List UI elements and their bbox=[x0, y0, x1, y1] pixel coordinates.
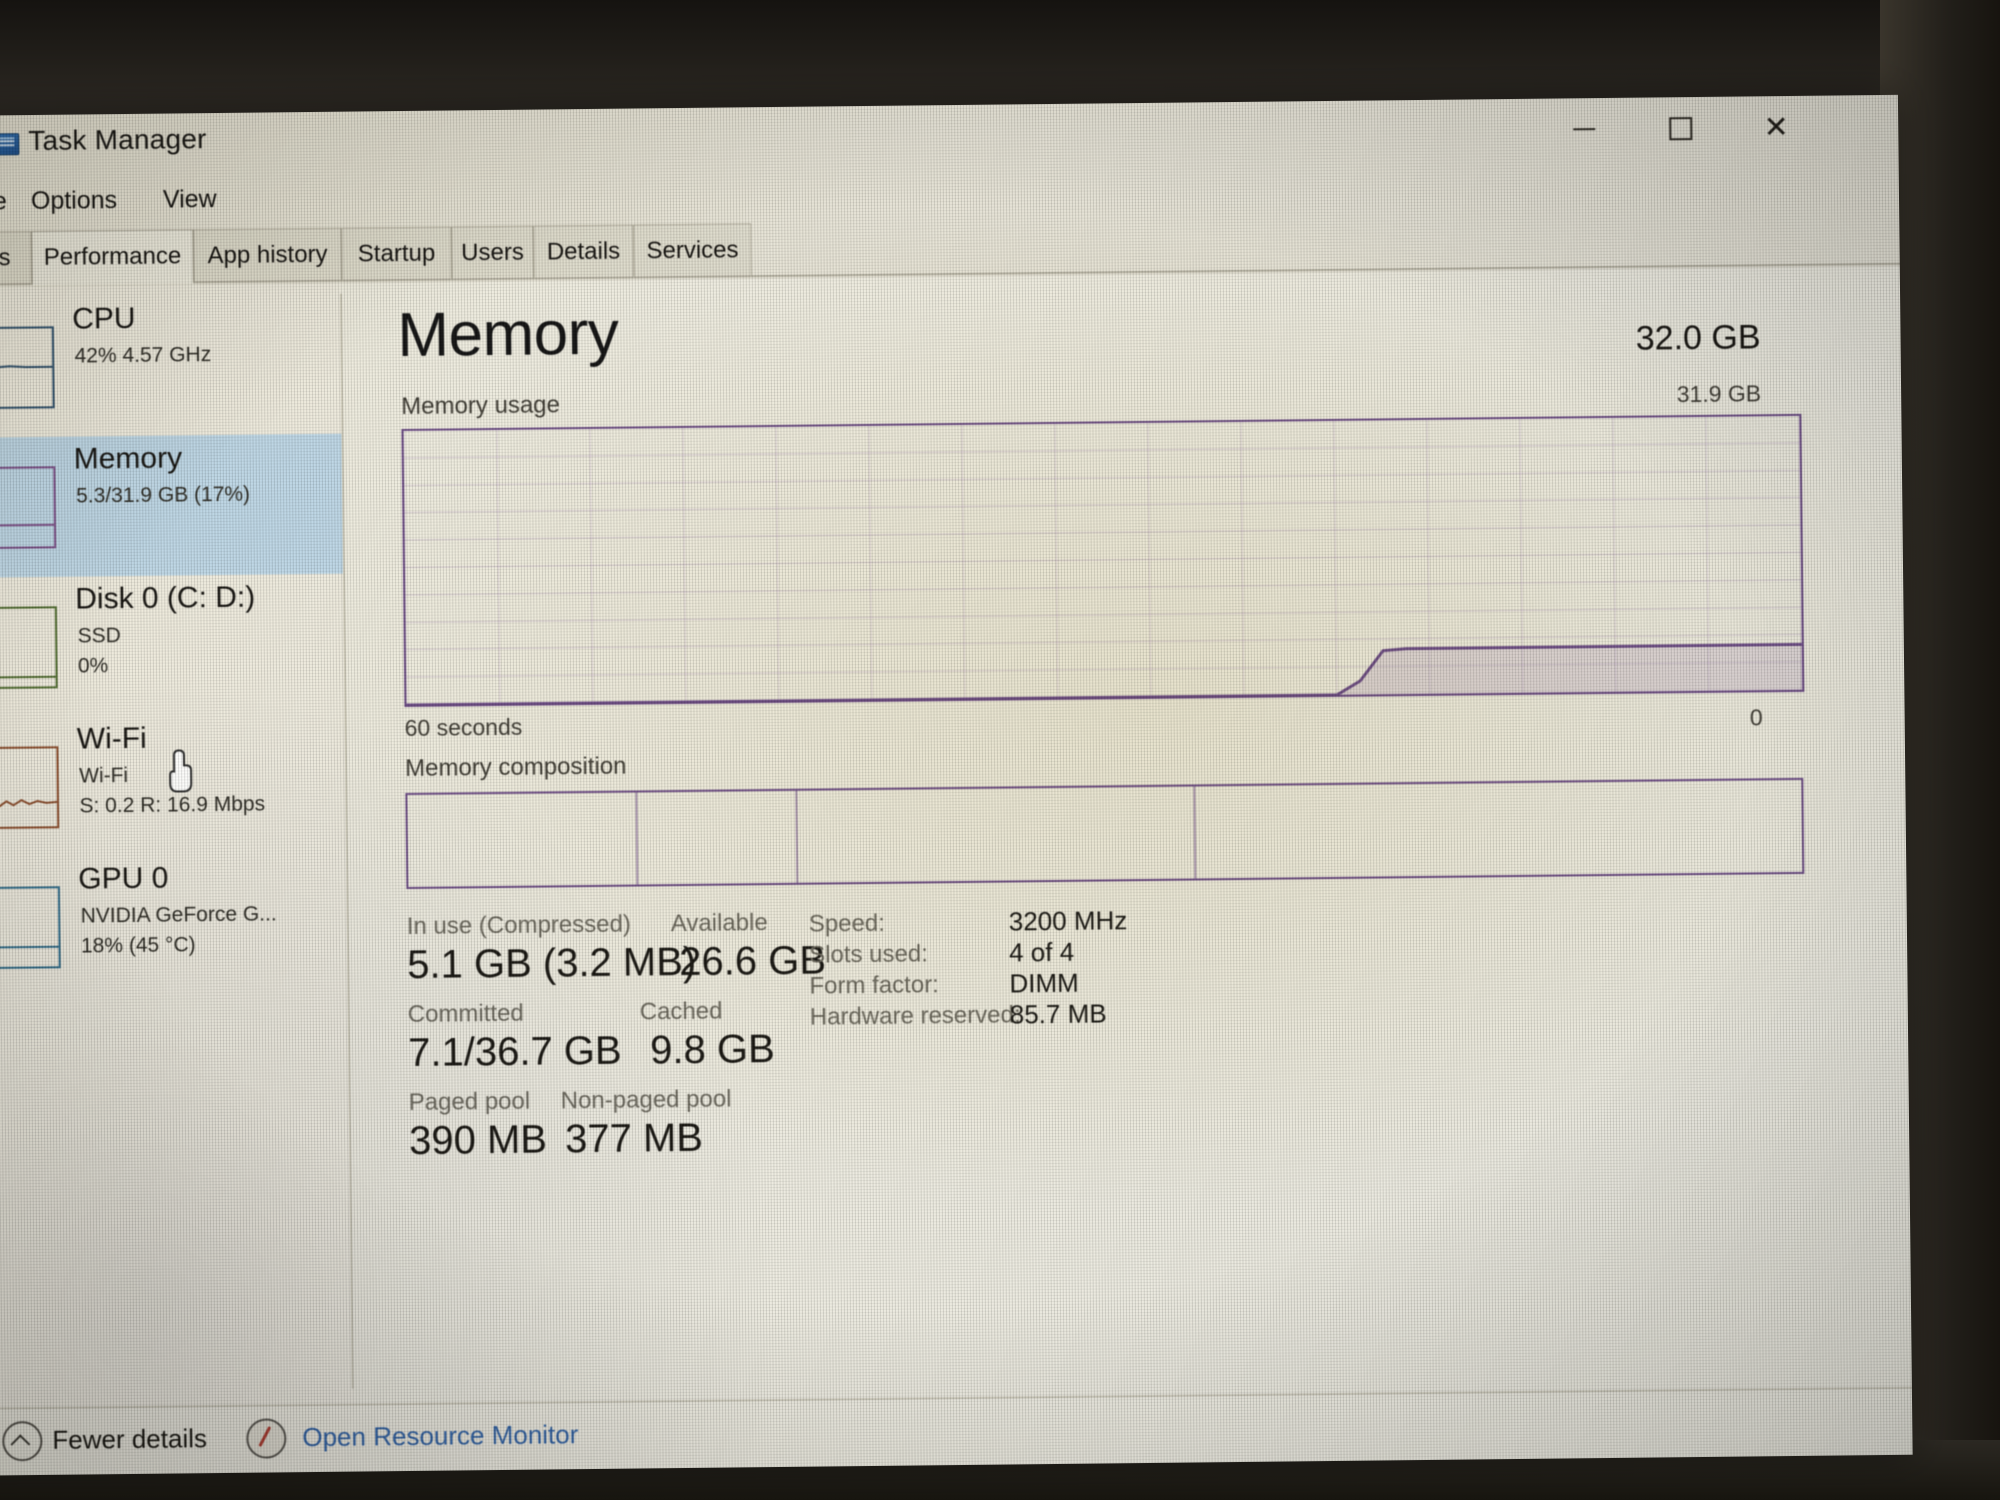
sidebar-item-title: GPU 0 bbox=[78, 861, 169, 896]
memory-stats: In use (Compressed) 5.1 GB (3.2 MB) Availa… bbox=[349, 897, 1911, 1294]
spec-value: 3200 MHz bbox=[1008, 905, 1128, 937]
sidebar-mini-graph bbox=[0, 743, 63, 835]
spec-label: Slots used: bbox=[808, 940, 929, 969]
sidebar-item-line2: 0% bbox=[77, 654, 109, 678]
stat-value: 390 MB bbox=[408, 1117, 548, 1163]
sidebar-item-memory[interactable]: Memory 5.3/31.9 GB (17%) bbox=[0, 433, 345, 578]
tab-label: Startup bbox=[357, 239, 436, 267]
usage-axis-max-label: 31.9 GB bbox=[1676, 380, 1762, 408]
spec-label: Speed: bbox=[808, 909, 886, 938]
composition-segment-in-use bbox=[407, 792, 639, 887]
graph-time-label: 60 seconds bbox=[404, 713, 523, 742]
photo-of-monitor: Task Manager ✕ e Options View ocesses Per… bbox=[0, 0, 2000, 1500]
sidebar-item-line1: Wi-Fi bbox=[79, 764, 129, 788]
menu-item-file[interactable]: e bbox=[0, 187, 7, 216]
spec-value: 4 of 4 bbox=[1008, 936, 1075, 968]
tab-label: Performance bbox=[43, 241, 182, 271]
fewer-details-button[interactable]: Fewer details bbox=[52, 1423, 207, 1456]
tab-app-history[interactable]: App history bbox=[193, 227, 342, 282]
resource-sidebar: CPU 42% 4.57 GHz Memory 5.3/31.9 GB (17%) Di… bbox=[0, 283, 354, 1408]
sidebar-mini-graph bbox=[0, 463, 60, 555]
spec-value: DIMM bbox=[1009, 967, 1079, 999]
chevron-up-icon bbox=[2, 1420, 43, 1462]
tab-label: ocesses bbox=[0, 243, 11, 272]
minimize-button[interactable] bbox=[1536, 98, 1633, 161]
tab-label: App history bbox=[207, 240, 328, 269]
sidebar-item-title: CPU bbox=[72, 301, 136, 336]
tab-label: Services bbox=[646, 235, 739, 264]
stat-label: Paged pool bbox=[408, 1087, 531, 1116]
mouse-cursor-icon bbox=[169, 749, 193, 793]
stat-value: 9.8 GB bbox=[649, 1027, 775, 1073]
close-button[interactable]: ✕ bbox=[1728, 96, 1825, 159]
stat-value: 26.6 GB bbox=[678, 938, 827, 985]
spec-label: Form factor: bbox=[809, 971, 939, 1000]
spec-value: 85.7 MB bbox=[1009, 998, 1107, 1030]
sidebar-item-line2: 18% (45 °C) bbox=[80, 933, 196, 958]
graph-zero-label: 0 bbox=[1749, 704, 1763, 731]
stat-label: Non-paged pool bbox=[560, 1085, 732, 1115]
menu-item-view[interactable]: View bbox=[163, 185, 217, 215]
stat-value: 7.1/36.7 GB bbox=[407, 1028, 622, 1075]
memory-usage-plot bbox=[406, 642, 1803, 705]
composition-segment-free bbox=[1195, 780, 1802, 879]
composition-segment-modified bbox=[637, 790, 799, 885]
task-manager-icon bbox=[0, 133, 20, 156]
sidebar-mini-graph bbox=[0, 323, 58, 415]
task-manager-window: Task Manager ✕ e Options View ocesses Per… bbox=[0, 94, 1913, 1476]
sidebar-mini-graph bbox=[0, 603, 61, 695]
sidebar-item-line2: S: 0.2 R: 16.9 Mbps bbox=[79, 792, 266, 818]
memory-detail-panel: Memory 32.0 GB Memory usage 31.9 GB 60 s… bbox=[342, 267, 1912, 1404]
tab-ocesses[interactable]: ocesses bbox=[0, 231, 32, 285]
memory-composition-bar[interactable] bbox=[405, 777, 1805, 889]
stat-label: Committed bbox=[407, 999, 524, 1028]
maximize-button[interactable] bbox=[1632, 97, 1729, 160]
sidebar-item-line1: 42% 4.57 GHz bbox=[74, 343, 212, 368]
sidebar-item-cpu[interactable]: CPU 42% 4.57 GHz bbox=[0, 294, 343, 438]
total-memory-label: 32.0 GB bbox=[1635, 318, 1761, 358]
tab-performance[interactable]: Performance bbox=[31, 229, 194, 284]
stat-label: In use (Compressed) bbox=[406, 910, 632, 940]
sidebar-item-title: Disk 0 (C: D:) bbox=[75, 580, 256, 616]
tab-startup[interactable]: Startup bbox=[341, 226, 452, 280]
memory-usage-graph[interactable] bbox=[401, 413, 1805, 708]
sidebar-item-gpu-0[interactable]: GPU 0 NVIDIA GeForce G... 18% (45 °C) bbox=[0, 854, 350, 998]
tab-label: Users bbox=[461, 238, 524, 266]
stat-value: 377 MB bbox=[564, 1115, 704, 1162]
tab-users[interactable]: Users bbox=[451, 225, 534, 279]
open-resource-monitor-link[interactable]: Open Resource Monitor bbox=[302, 1419, 578, 1453]
memory-usage-label: Memory usage bbox=[401, 391, 561, 421]
composition-segment-standby bbox=[797, 786, 1196, 883]
sidebar-item-line1: 5.3/31.9 GB (17%) bbox=[75, 482, 251, 508]
tab-label: Details bbox=[546, 237, 621, 265]
spec-label: Hardware reserved: bbox=[809, 1001, 1021, 1031]
window-title: Task Manager bbox=[28, 123, 207, 157]
content-area: CPU 42% 4.57 GHz Memory 5.3/31.9 GB (17%) Di… bbox=[0, 266, 1912, 1408]
tab-details[interactable]: Details bbox=[533, 224, 634, 278]
maximize-icon bbox=[1668, 116, 1692, 140]
page-title: Memory bbox=[397, 298, 619, 371]
resource-monitor-icon bbox=[246, 1418, 287, 1459]
sidebar-item-title: Memory bbox=[73, 441, 183, 476]
sidebar-item-line1: NVIDIA GeForce G... bbox=[80, 902, 277, 928]
sidebar-item-line1: SSD bbox=[77, 624, 121, 648]
stat-value: 5.1 GB (3.2 MB) bbox=[406, 939, 697, 987]
menu-item-options[interactable]: Options bbox=[31, 186, 117, 216]
sidebar-item-disk-0-c-d-[interactable]: Disk 0 (C: D:) SSD 0% bbox=[0, 574, 346, 718]
stat-label: Cached bbox=[639, 997, 723, 1026]
minimize-icon bbox=[1573, 128, 1596, 131]
tab-services[interactable]: Services bbox=[633, 223, 752, 277]
memory-composition-label: Memory composition bbox=[404, 752, 627, 783]
sidebar-mini-graph bbox=[0, 883, 64, 975]
sidebar-item-title: Wi-Fi bbox=[76, 721, 147, 756]
stat-label: Available bbox=[670, 909, 768, 938]
